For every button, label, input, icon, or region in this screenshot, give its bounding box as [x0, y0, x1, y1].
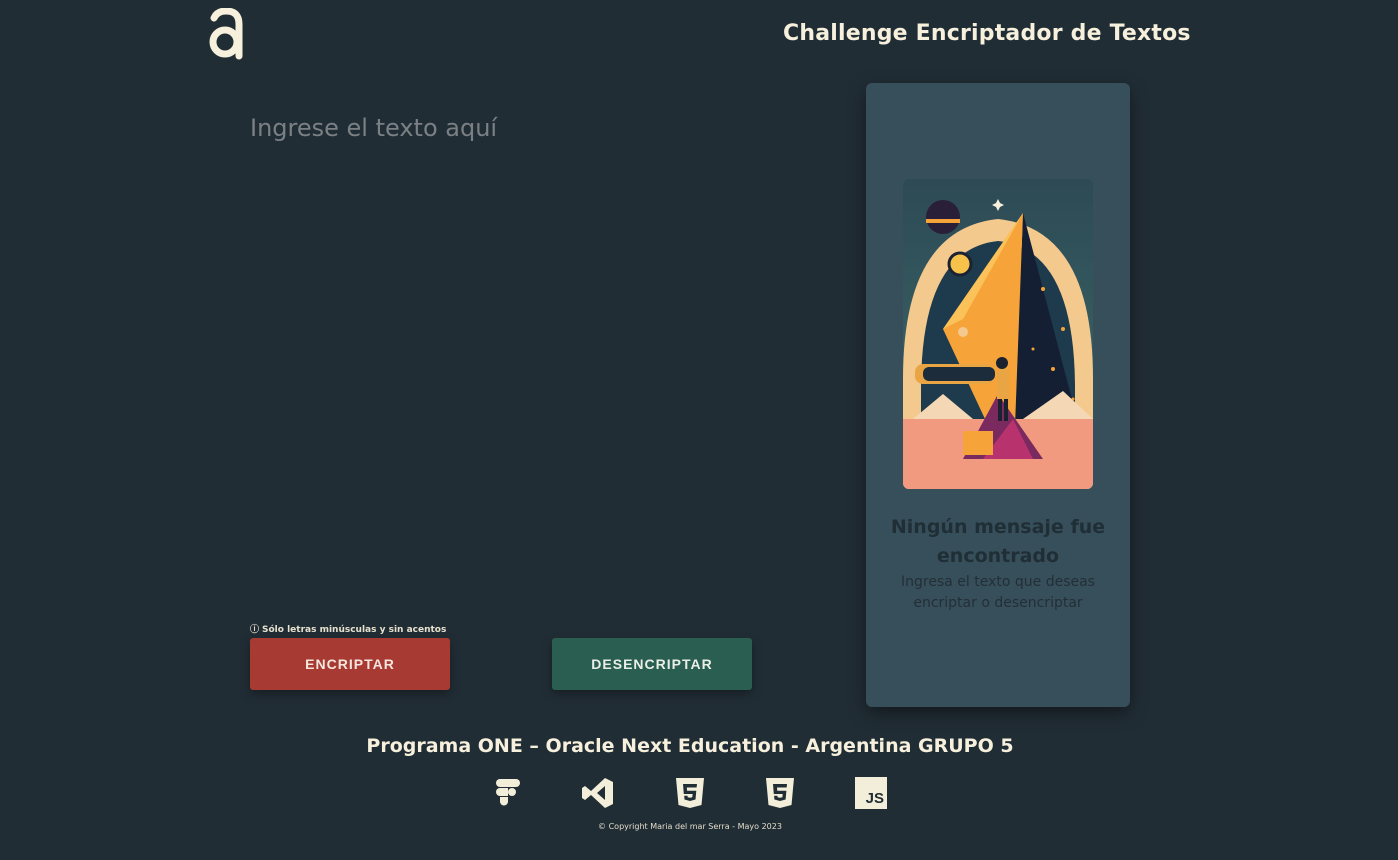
text-input[interactable]	[250, 114, 810, 594]
html5-icon[interactable]	[673, 776, 707, 810]
decrypt-button[interactable]: DESENCRIPTAR	[552, 638, 752, 690]
empty-message-heading: Ningún mensaje fue encontrado	[890, 516, 1106, 567]
javascript-icon[interactable]: JS	[855, 777, 887, 809]
page-title: Challenge Encriptador de Textos	[783, 21, 1191, 46]
astronaut-telescope-pyramid-illustration	[903, 179, 1093, 489]
footer-title: Programa ONE – Oracle Next Education - A…	[366, 735, 1014, 757]
copyright: © Copyright Maria del mar Serra - Mayo 2…	[598, 822, 782, 831]
input-hint: ⓘ Sólo letras minúsculas y sin acentos	[250, 622, 446, 635]
hint-text: Sólo letras minúsculas y sin acentos	[262, 625, 447, 635]
encrypt-button[interactable]: ENCRIPTAR	[250, 638, 450, 690]
info-icon: ⓘ	[250, 625, 260, 635]
vscode-icon[interactable]	[581, 776, 615, 810]
output-panel: Ningún mensaje fue encontrado Ingresa el…	[866, 83, 1130, 707]
js-badge-text: JS	[865, 790, 884, 807]
alura-a-logo[interactable]	[207, 8, 245, 60]
figma-icon[interactable]	[491, 776, 525, 810]
empty-message-text: Ingresa el texto que deseas encriptar o …	[901, 574, 1095, 611]
css3-icon[interactable]	[763, 776, 797, 810]
